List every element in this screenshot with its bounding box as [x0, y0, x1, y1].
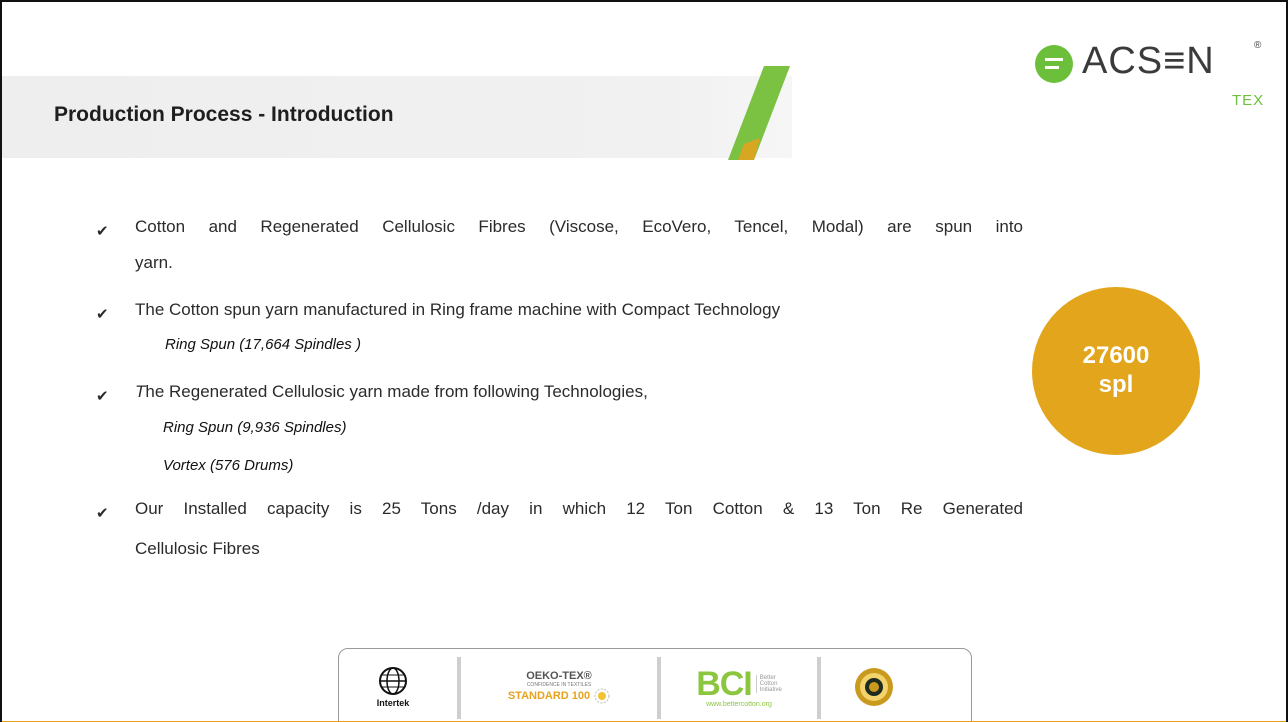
bullet-2-sub-1: Ring Spun (17,664 Spindles ) [165, 336, 361, 353]
spindle-count-badge: 27600 spl [1032, 287, 1200, 455]
bullet-4-line-2: Cellulosic Fibres [135, 539, 260, 558]
globe-icon [379, 667, 407, 695]
oeko-standard: STANDARD 100 [507, 690, 591, 702]
gold-seal-logo [839, 649, 909, 722]
divider [457, 657, 461, 719]
sun-icon [594, 688, 610, 704]
divider [817, 657, 821, 719]
oeko-tex-logo: OEKO-TEX® CONFIDENCE IN TEXTILES STANDAR… [489, 649, 629, 722]
check-icon: ✔ [96, 388, 109, 405]
seal-icon [855, 668, 893, 706]
badge-value: 27600 [1082, 342, 1150, 370]
bullet-2-text: The Cotton spun yarn manufactured in Rin… [135, 300, 781, 319]
intertek-label: Intertek [376, 698, 410, 708]
bci-logo: BCI Better Cotton Initiative www.betterc… [696, 664, 782, 708]
badge-unit: spl [1098, 371, 1134, 398]
check-icon: ✔ [96, 223, 109, 240]
oeko-brand: OEKO-TEX® [526, 670, 592, 682]
intertek-logo: Intertek [357, 649, 429, 722]
slide: Production Process - Introduction ACS≡N … [0, 0, 1288, 722]
bullet-4-line-1: Our Installed capacity is 25 Tons /day i… [135, 499, 1023, 518]
divider [657, 657, 661, 719]
check-icon: ✔ [96, 505, 109, 522]
bci-url: www.bettercotton.org [706, 700, 772, 708]
bullet-1-line-2: yarn. [135, 253, 173, 272]
bullet-3-sub-2: Vortex (576 Drums) [163, 457, 294, 474]
bci-mark: BCI [696, 664, 753, 703]
check-icon: ✔ [96, 306, 109, 323]
bullet-3-sub-1: Ring Spun (9,936 Spindles) [163, 419, 347, 436]
certification-strip: Intertek OEKO-TEX® CONFIDENCE IN TEXTILE… [338, 648, 972, 722]
bullet-3-text: The Regenerated Cellulosic yarn made fro… [135, 382, 648, 401]
bullet-1-line-1: Cotton and Regenerated Cellulosic Fibres… [135, 217, 1023, 236]
